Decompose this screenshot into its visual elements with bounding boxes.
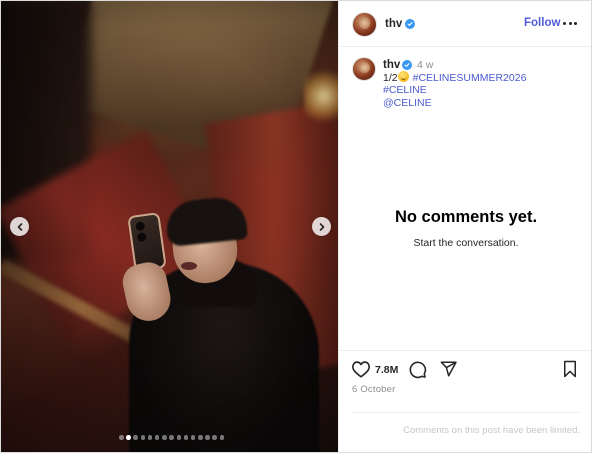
- carousel-dot: [205, 435, 210, 440]
- follow-button[interactable]: Follow: [524, 17, 560, 29]
- carousel-dot: [190, 435, 196, 440]
- caption-prefix: 1/2: [383, 72, 398, 84]
- more-options-icon[interactable]: [563, 22, 577, 26]
- like-count[interactable]: 7.8M: [375, 364, 398, 376]
- verified-badge-icon: [405, 19, 415, 29]
- comments-limited-notice: Comments on this post have been limited.: [352, 412, 580, 436]
- carousel-prev-button[interactable]: [10, 217, 29, 236]
- caption-line-3: @CELINE: [383, 97, 432, 110]
- post-details-panel: thv Follow thv 4 w 1/2 #CELINESUMMER2026 …: [338, 1, 591, 452]
- post-caption: thv 4 w 1/2 #CELINESUMMER2026 #CELINE @CE…: [339, 47, 591, 117]
- carousel-dot: [147, 435, 153, 440]
- carousel-dot: [133, 435, 138, 440]
- carousel-dot: [219, 435, 225, 440]
- carousel-next-button[interactable]: [312, 217, 331, 236]
- no-comments-subtitle: Start the conversation.: [413, 237, 519, 249]
- caption-avatar[interactable]: [352, 57, 376, 81]
- chevron-right-icon: [319, 222, 324, 231]
- comment-icon[interactable]: [408, 360, 427, 379]
- carousel-dot: [140, 435, 146, 440]
- carousel-dot: [212, 435, 217, 440]
- bookmark-icon[interactable]: [562, 360, 578, 378]
- caption-line-2: #CELINE: [383, 84, 427, 97]
- hashtag-link[interactable]: #CELINE: [383, 84, 427, 96]
- caption-username[interactable]: thv: [383, 59, 400, 71]
- post-actions: 7.8M 6 October: [339, 350, 591, 410]
- carousel-dot: [162, 435, 167, 440]
- carousel-dot: [176, 435, 181, 440]
- share-icon[interactable]: [439, 360, 458, 378]
- mention-link[interactable]: @CELINE: [383, 97, 432, 109]
- avatar[interactable]: [352, 12, 377, 37]
- carousel-dot: [183, 435, 189, 440]
- no-comments-title: No comments yet.: [394, 208, 538, 226]
- carousel-dot: [119, 435, 124, 440]
- carousel-dot: [154, 435, 160, 440]
- carousel-dot: [169, 435, 174, 440]
- hashtag-link[interactable]: #CELINESUMMER2026: [413, 72, 527, 84]
- verified-badge-icon: [402, 60, 412, 70]
- heart-icon[interactable]: [351, 360, 371, 378]
- chevron-left-icon: [17, 222, 22, 231]
- post-photo[interactable]: [1, 1, 338, 452]
- post-dialog: thv Follow thv 4 w 1/2 #CELINESUMMER2026 …: [0, 0, 592, 453]
- header-username[interactable]: thv: [385, 18, 402, 30]
- photo-vignette: [1, 1, 338, 452]
- post-date[interactable]: 6 October: [352, 384, 396, 395]
- caption-line-1: 1/2 #CELINESUMMER2026: [383, 71, 526, 85]
- caption-time-ago[interactable]: 4 w: [417, 59, 433, 71]
- post-header: thv Follow: [339, 1, 591, 47]
- carousel-dot: [198, 435, 203, 440]
- carousel-indicator: [119, 435, 225, 440]
- carousel-dot: [126, 435, 131, 440]
- smile-emoji-icon: [397, 71, 409, 82]
